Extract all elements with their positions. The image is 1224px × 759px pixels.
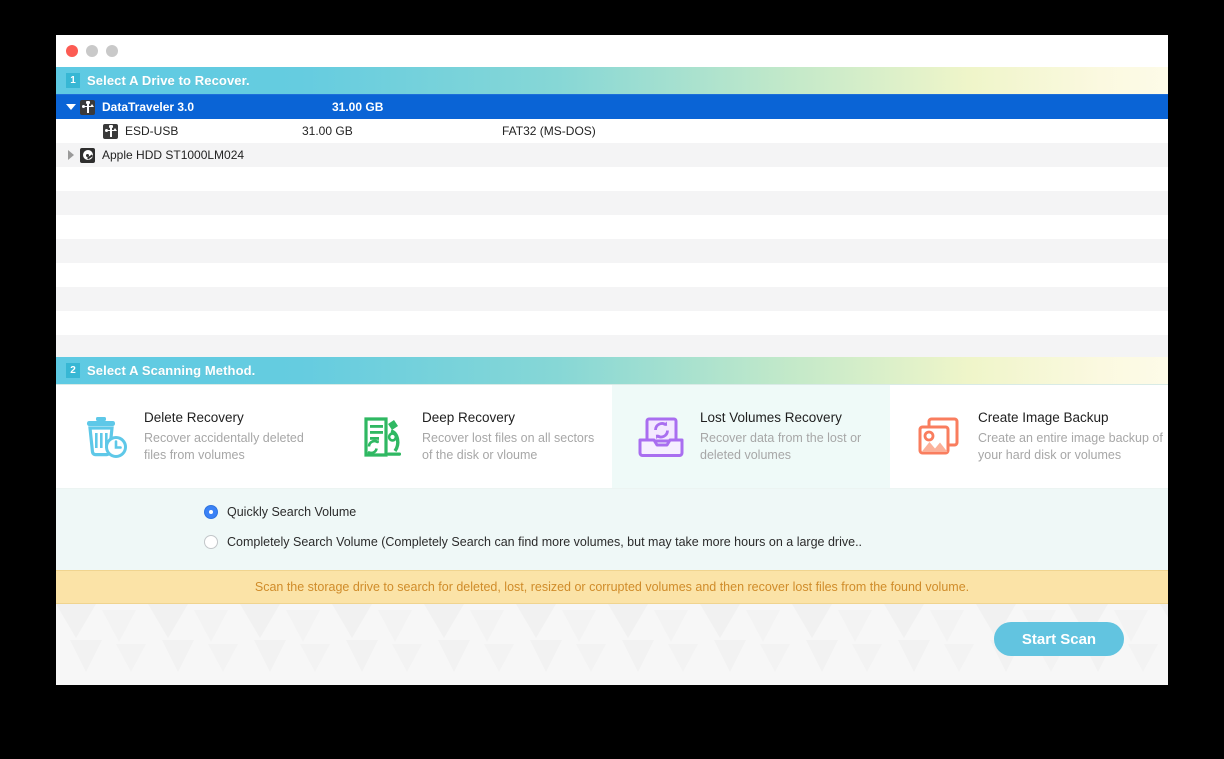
- window-controls: [66, 45, 118, 57]
- table-row[interactable]: ESD-USB 31.00 GB FAT32 (MS-DOS): [56, 119, 1168, 143]
- step-number-badge: 1: [66, 73, 80, 88]
- volume-size: 31.00 GB: [302, 124, 353, 138]
- step-number-badge: 2: [66, 363, 80, 378]
- scanning-method-cards: Delete Recovery Recover accidentally del…: [56, 385, 1168, 489]
- drive-size: 31.00 GB: [332, 100, 384, 114]
- maximize-button-icon[interactable]: [106, 45, 118, 57]
- drive-name: DataTraveler 3.0: [102, 100, 195, 114]
- radio-label: Completely Search Volume (Completely Sea…: [227, 535, 863, 549]
- section-header-select-drive: 1 Select A Drive to Recover.: [56, 67, 1168, 95]
- start-scan-button[interactable]: Start Scan: [994, 622, 1124, 656]
- title-bar: [56, 35, 1168, 67]
- method-title: Delete Recovery: [144, 410, 244, 426]
- method-text: Deep Recovery Recover lost files on all …: [422, 409, 597, 464]
- footer: Start Scan: [56, 604, 1168, 685]
- volume-filesystem: FAT32 (MS-DOS): [502, 124, 596, 138]
- table-row[interactable]: DataTraveler 3.0 31.00 GB: [56, 95, 1168, 119]
- drive-name: Apple HDD ST1000LM024: [102, 148, 245, 162]
- app-window: 1 Select A Drive to Recover. DataTravele…: [56, 35, 1168, 685]
- method-description: Recover accidentally deleted files from …: [144, 431, 304, 463]
- radio-button-icon[interactable]: [204, 535, 218, 549]
- method-card-delete-recovery[interactable]: Delete Recovery Recover accidentally del…: [56, 385, 334, 488]
- disclosure-triangle-right-icon[interactable]: [62, 150, 80, 160]
- method-text: Delete Recovery Recover accidentally del…: [144, 409, 319, 464]
- close-button-icon[interactable]: [66, 45, 78, 57]
- radio-option-complete-search[interactable]: Completely Search Volume (Completely Sea…: [204, 535, 1168, 549]
- method-card-deep-recovery[interactable]: Deep Recovery Recover lost files on all …: [334, 385, 612, 488]
- usb-drive-icon: [80, 99, 95, 115]
- method-card-lost-volumes-recovery[interactable]: Lost Volumes Recovery Recover data from …: [612, 385, 890, 488]
- hard-disk-icon: [80, 147, 95, 163]
- scan-options: Quickly Search Volume Completely Search …: [56, 489, 1168, 570]
- document-microscope-icon: [356, 410, 410, 464]
- warning-text: Scan the storage drive to search for del…: [254, 580, 970, 594]
- section-title: Select A Scanning Method.: [87, 363, 256, 378]
- section-title: Select A Drive to Recover.: [87, 73, 250, 88]
- method-text: Lost Volumes Recovery Recover data from …: [700, 409, 875, 464]
- radio-label: Quickly Search Volume: [227, 505, 357, 519]
- volume-name: ESD-USB: [125, 124, 179, 138]
- image-stack-icon: [912, 410, 966, 464]
- method-title: Deep Recovery: [422, 410, 516, 426]
- radio-option-quick-search[interactable]: Quickly Search Volume: [204, 505, 1168, 519]
- section-header-scanning-method: 2 Select A Scanning Method.: [56, 357, 1168, 385]
- method-description: Recover data from the lost or deleted vo…: [700, 431, 862, 463]
- method-card-create-image-backup[interactable]: Create Image Backup Create an entire ima…: [890, 385, 1168, 488]
- drive-rows: DataTraveler 3.0 31.00 GB ESD-USB 31.00 …: [56, 95, 1168, 167]
- method-title: Lost Volumes Recovery: [700, 410, 842, 426]
- method-description: Create an entire image backup of your ha…: [978, 431, 1163, 463]
- disclosure-triangle-down-icon[interactable]: [62, 104, 80, 110]
- warning-banner: Scan the storage drive to search for del…: [56, 570, 1168, 604]
- table-row[interactable]: Apple HDD ST1000LM024: [56, 143, 1168, 167]
- usb-volume-icon: [103, 123, 118, 139]
- minimize-button-icon[interactable]: [86, 45, 98, 57]
- drive-list[interactable]: DataTraveler 3.0 31.00 GB ESD-USB 31.00 …: [56, 95, 1168, 357]
- method-description: Recover lost files on all sectors of the…: [422, 431, 595, 463]
- open-box-refresh-icon: [634, 410, 688, 464]
- method-title: Create Image Backup: [978, 410, 1109, 426]
- trash-clock-icon: [78, 410, 132, 464]
- radio-button-icon[interactable]: [204, 505, 218, 519]
- method-text: Create Image Backup Create an entire ima…: [978, 409, 1168, 464]
